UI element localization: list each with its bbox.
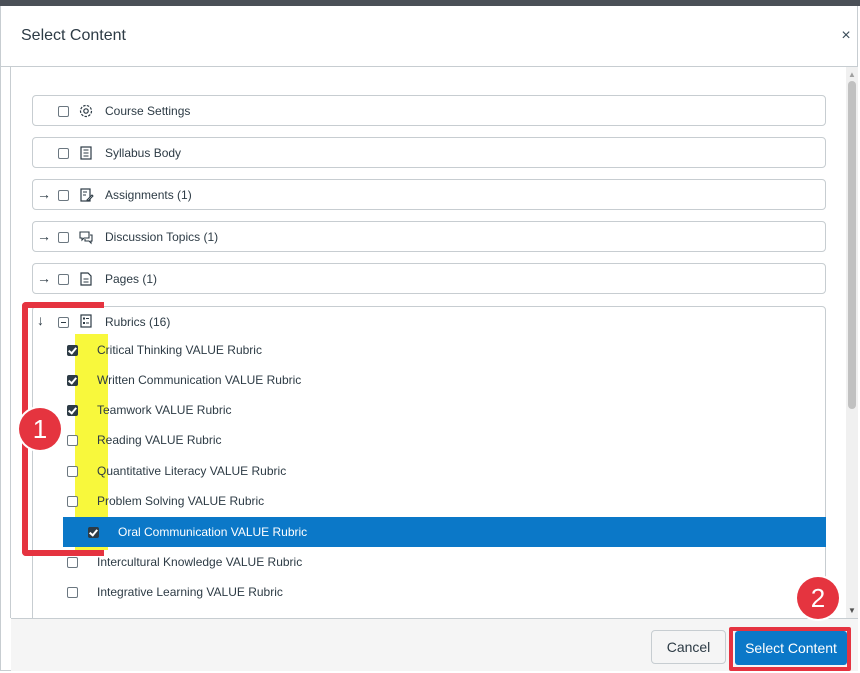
rubric-item-label: Critical Thinking VALUE Rubric: [97, 343, 262, 357]
rubric-item-selected[interactable]: Oral Communication VALUE Rubric: [63, 517, 826, 547]
rubric-item[interactable]: Quantitative Literacy VALUE Rubric: [41, 456, 804, 486]
rubric-item-label: Intercultural Knowledge VALUE Rubric: [97, 555, 303, 569]
scrollbar[interactable]: ▲ ▼: [846, 67, 858, 618]
annotation-badge-1: 1: [19, 408, 61, 450]
select-content-button[interactable]: Select Content: [735, 631, 847, 665]
rubric-item[interactable]: Critical Thinking VALUE Rubric: [41, 335, 804, 365]
dialog-footer: Cancel Select Content: [11, 618, 858, 671]
scroll-up-icon[interactable]: ▲: [848, 70, 856, 79]
rubric-item-label: Written Communication VALUE Rubric: [97, 373, 302, 387]
rubric-list: Critical Thinking VALUE Rubric Written C…: [11, 67, 858, 618]
dialog-header: Select Content ×: [0, 6, 858, 67]
dialog-title: Select Content: [21, 27, 126, 44]
rubric-item[interactable]: Teamwork VALUE Rubric: [41, 395, 804, 425]
rubric-item-label: Problem Solving VALUE Rubric: [97, 494, 265, 508]
rubric-item[interactable]: Problem Solving VALUE Rubric: [41, 486, 804, 516]
close-button[interactable]: ×: [838, 28, 854, 44]
rubric-item[interactable]: Intercultural Knowledge VALUE Rubric: [41, 547, 804, 577]
checkbox[interactable]: [67, 557, 78, 568]
rubric-item-label: Reading VALUE Rubric: [97, 433, 222, 447]
rubric-item[interactable]: Integrative Learning VALUE Rubric: [41, 577, 804, 607]
rubric-item-label: Oral Communication VALUE Rubric: [118, 525, 308, 539]
checkbox[interactable]: [67, 587, 78, 598]
scroll-down-icon[interactable]: ▼: [848, 606, 856, 615]
annotation-badge-2: 2: [797, 577, 839, 619]
rubric-item[interactable]: Written Communication VALUE Rubric: [41, 365, 804, 395]
rubric-item-label: Teamwork VALUE Rubric: [97, 403, 232, 417]
rubric-item[interactable]: Reading VALUE Rubric: [41, 425, 804, 455]
cancel-button[interactable]: Cancel: [651, 630, 726, 664]
rubric-item-label: Integrative Learning VALUE Rubric: [97, 585, 283, 599]
scrollbar-thumb[interactable]: [848, 81, 856, 409]
rubric-item-label: Quantitative Literacy VALUE Rubric: [97, 464, 287, 478]
